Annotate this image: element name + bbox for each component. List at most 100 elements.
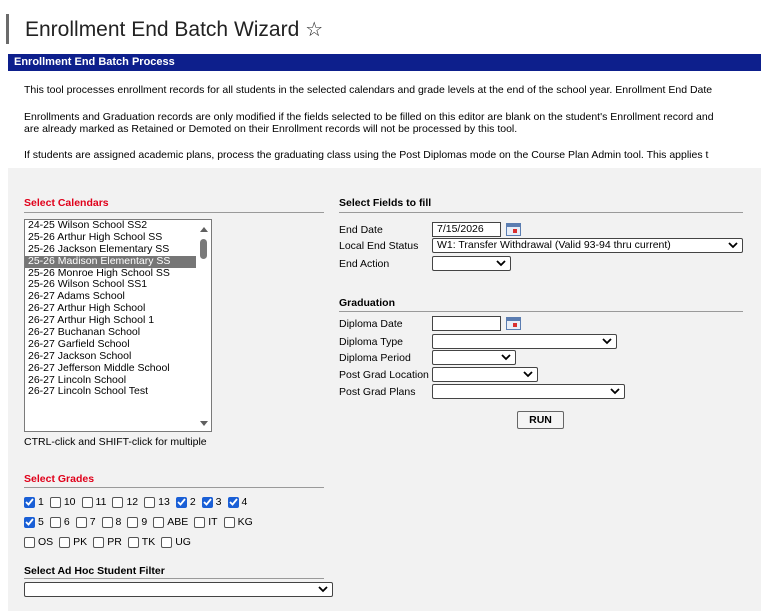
chevron-down-icon <box>602 338 612 345</box>
calendar-option[interactable]: 25-26 Arthur High School SS <box>25 231 211 244</box>
calendar-option[interactable]: 26-27 Lincoln School Test <box>25 386 211 398</box>
calendars-scrollbar[interactable] <box>198 221 210 430</box>
title-accent-bar <box>6 14 9 44</box>
grade-checkbox-12[interactable]: 12 <box>112 496 138 508</box>
diploma-period-label: Diploma Period <box>339 352 411 364</box>
checkbox-box[interactable] <box>49 496 61 508</box>
grade-label: 6 <box>63 516 70 528</box>
checkbox-box[interactable] <box>201 496 213 508</box>
checkbox-box[interactable] <box>101 516 113 528</box>
checkbox-box[interactable] <box>153 516 165 528</box>
post-grad-plans-select[interactable] <box>432 384 625 399</box>
checkbox-box[interactable] <box>81 496 93 508</box>
end-action-label: End Action <box>339 258 390 270</box>
grade-row: 1 10 11 12 13 2 3 4 <box>24 496 253 508</box>
diploma-type-select[interactable] <box>432 334 617 349</box>
grade-checkbox-13[interactable]: 13 <box>144 496 170 508</box>
grade-checkbox-abe[interactable]: ABE <box>153 516 188 528</box>
calendar-option[interactable]: 25-26 Madison Elementary SS <box>25 255 196 268</box>
diploma-type-label: Diploma Type <box>339 336 404 348</box>
grade-checkbox-it[interactable]: IT <box>194 516 218 528</box>
adhoc-filter-select[interactable] <box>24 582 333 597</box>
calendar-option[interactable]: 26-27 Jefferson Middle School <box>25 362 211 375</box>
grade-checkbox-6[interactable]: 6 <box>49 516 70 528</box>
calendar-option[interactable]: 26-27 Jackson School <box>25 350 211 363</box>
description-p3: If students are assigned academic plans,… <box>24 149 709 161</box>
diploma-date-input[interactable] <box>432 316 501 331</box>
grade-label: KG <box>237 516 253 528</box>
grade-checkbox-pk[interactable]: PK <box>59 536 87 548</box>
checkbox-box[interactable] <box>93 536 105 548</box>
graduation-divider <box>339 311 743 312</box>
checkbox-box[interactable] <box>24 536 35 548</box>
scroll-up-icon[interactable] <box>200 227 208 232</box>
local-end-status-label: Local End Status <box>339 240 419 252</box>
grade-label: UG <box>175 536 191 548</box>
post-grad-plans-label: Post Grad Plans <box>339 386 416 398</box>
calendar-icon[interactable] <box>506 223 521 236</box>
checkbox-box[interactable] <box>112 496 124 508</box>
end-action-select[interactable] <box>432 256 511 271</box>
grade-checkbox-9[interactable]: 9 <box>127 516 147 528</box>
grade-checkbox-os[interactable]: OS <box>24 536 53 548</box>
checkbox-box[interactable] <box>175 496 187 508</box>
checkbox-box[interactable] <box>127 516 139 528</box>
calendars-listbox[interactable]: 24-25 Wilson School SS2 25-26 Arthur High… <box>24 219 212 432</box>
select-grades-label: Select Grades <box>24 473 95 485</box>
calendar-option[interactable]: 25-26 Jackson Elementary SS <box>25 243 211 256</box>
checkbox-box[interactable] <box>127 536 139 548</box>
grade-checkbox-1[interactable]: 1 <box>24 496 44 508</box>
grade-checkbox-2[interactable]: 2 <box>175 496 196 508</box>
run-button[interactable]: RUN <box>517 411 564 429</box>
star-outline-icon[interactable]: ☆ <box>305 19 323 41</box>
checkmark-icon <box>203 498 212 506</box>
grade-checkbox-pr[interactable]: PR <box>93 536 122 548</box>
checkbox-box[interactable] <box>194 516 206 528</box>
grade-checkbox-tk[interactable]: TK <box>127 536 155 548</box>
diploma-period-select[interactable] <box>432 350 516 365</box>
scroll-down-icon[interactable] <box>200 421 208 426</box>
checkbox-box[interactable] <box>227 496 239 508</box>
grade-checkbox-4[interactable]: 4 <box>227 496 248 508</box>
grade-checkbox-3[interactable]: 3 <box>201 496 222 508</box>
end-date-label: End Date <box>339 224 383 236</box>
post-grad-location-select[interactable] <box>432 367 538 382</box>
calendars-divider <box>24 212 324 213</box>
grades-divider <box>24 487 324 488</box>
grade-checkbox-8[interactable]: 8 <box>101 516 121 528</box>
chevron-down-icon <box>728 242 738 249</box>
checkmark-icon <box>228 498 238 506</box>
description-p1: This tool processes enrollment records f… <box>24 84 713 96</box>
description-p2b: are already marked as Retained or Demote… <box>24 123 518 135</box>
adhoc-filter-label: Select Ad Hoc Student Filter <box>24 565 165 577</box>
section-header: Enrollment End Batch Process <box>8 54 761 71</box>
checkbox-box[interactable] <box>24 516 35 528</box>
calendar-icon[interactable] <box>506 317 521 330</box>
checkbox-box[interactable] <box>75 516 87 528</box>
grade-checkbox-ug[interactable]: UG <box>161 536 191 548</box>
page-title-text: Enrollment End Batch Wizard <box>25 18 300 41</box>
grade-label: 7 <box>89 516 96 528</box>
grade-checkbox-kg[interactable]: KG <box>223 516 253 528</box>
grade-label: 4 <box>241 496 248 508</box>
end-date-input[interactable]: 7/15/2026 <box>432 222 501 237</box>
checkbox-box[interactable] <box>144 496 156 508</box>
calendar-option[interactable]: 26-27 Garfield School <box>25 338 211 351</box>
local-end-status-select[interactable]: W1: Transfer Withdrawal (Valid 93-94 thr… <box>432 238 743 253</box>
grade-checkbox-11[interactable]: 11 <box>81 496 106 508</box>
grade-checkbox-7[interactable]: 7 <box>75 516 96 528</box>
checkmark-icon <box>177 498 186 506</box>
grade-label: 10 <box>63 496 76 508</box>
checkbox-box[interactable] <box>49 516 61 528</box>
grade-label: 5 <box>38 516 44 528</box>
grade-checkbox-10[interactable]: 10 <box>49 496 76 508</box>
chevron-down-icon <box>496 260 506 267</box>
grade-checkbox-5[interactable]: 5 <box>24 516 44 528</box>
page-title: Enrollment End Batch Wizard ☆ <box>25 17 323 42</box>
grade-label: 3 <box>215 496 222 508</box>
scroll-thumb[interactable] <box>200 239 207 259</box>
checkbox-box[interactable] <box>24 496 35 508</box>
checkbox-box[interactable] <box>161 536 173 548</box>
checkbox-box[interactable] <box>59 536 71 548</box>
checkbox-box[interactable] <box>223 516 235 528</box>
